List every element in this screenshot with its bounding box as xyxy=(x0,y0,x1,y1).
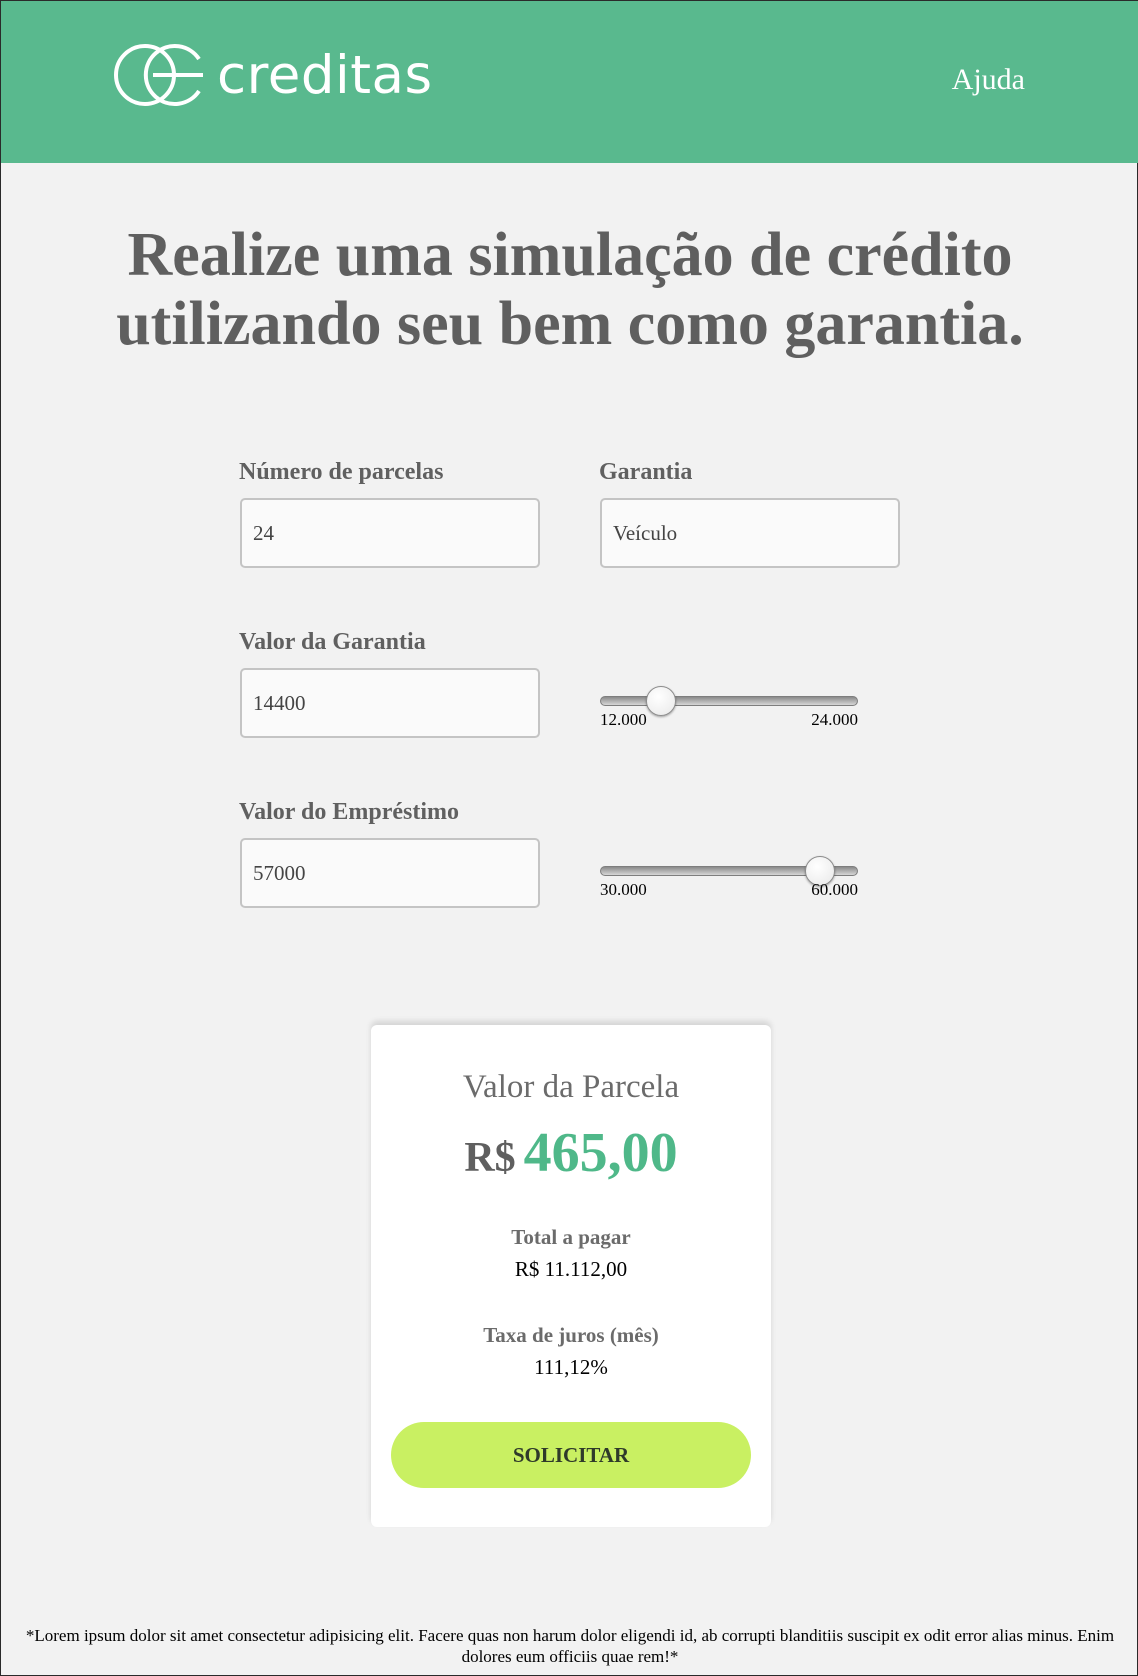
page-title: Realize uma simulação de crédito utiliza… xyxy=(1,221,1138,359)
top-header: creditas Ajuda xyxy=(1,1,1138,163)
slider-thumb[interactable] xyxy=(645,686,676,716)
loan-value-label: Valor do Empréstimo xyxy=(239,799,460,825)
footer-disclaimer: *Lorem ipsum dolor sit amet consectetur … xyxy=(25,1626,1115,1666)
slider-max-label: 60.000 xyxy=(811,880,858,899)
total-label: Total a pagar xyxy=(511,1225,631,1249)
result-card: Valor da Parcela R$ 465,00 Total a pagar… xyxy=(371,1025,771,1527)
slider-min-label: 12.000 xyxy=(600,710,647,729)
currency-symbol: R$ xyxy=(464,1135,516,1181)
creditas-logo-icon xyxy=(114,44,203,106)
installment-amount-row: R$ 465,00 xyxy=(371,1121,771,1185)
page-title-line-2: utilizando seu bem como garantia. xyxy=(116,290,1024,358)
help-link[interactable]: Ajuda xyxy=(952,63,1025,97)
installment-title: Valor da Parcela xyxy=(462,1069,680,1105)
installments-label: Número de parcelas xyxy=(239,459,444,485)
loan-value-input[interactable] xyxy=(240,838,540,908)
installment-amount: 465,00 xyxy=(523,1122,678,1184)
brand-name: creditas xyxy=(217,44,433,106)
page-title-line-1: Realize uma simulação de crédito xyxy=(127,221,1013,289)
collateral-label: Garantia xyxy=(599,459,693,485)
collateral-value-label: Valor da Garantia xyxy=(239,629,426,655)
total-value: R$ 11.112,00 xyxy=(514,1257,628,1281)
loan-value-slider[interactable]: 30.000 60.000 xyxy=(600,856,858,899)
collateral-type-input[interactable] xyxy=(600,498,900,568)
slider-min-label: 30.000 xyxy=(600,880,647,899)
interest-rate-label: Taxa de juros (mês) xyxy=(483,1323,659,1347)
slider-max-label: 24.000 xyxy=(811,710,858,729)
installments-input[interactable] xyxy=(240,498,540,568)
request-button[interactable]: SOLICITAR xyxy=(391,1422,751,1488)
brand-logo[interactable]: creditas xyxy=(113,41,433,109)
interest-rate-value: 111,12% xyxy=(534,1355,608,1379)
slider-track[interactable] xyxy=(600,696,858,706)
collateral-value-input[interactable] xyxy=(240,668,540,738)
collateral-value-slider[interactable]: 12.000 24.000 xyxy=(600,686,858,729)
